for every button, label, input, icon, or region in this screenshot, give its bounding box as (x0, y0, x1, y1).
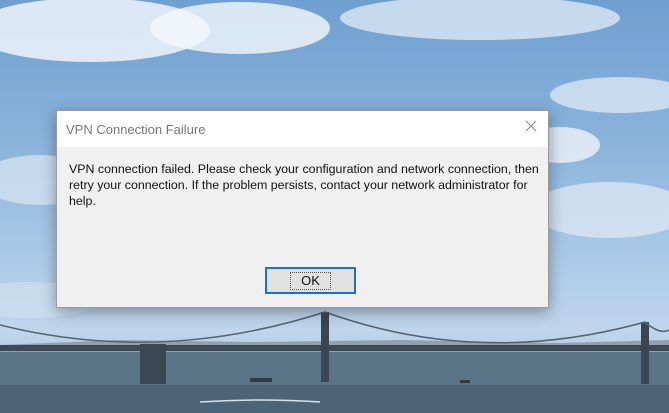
dialog-titlebar[interactable]: VPN Connection Failure (57, 111, 548, 147)
dialog-title: VPN Connection Failure (66, 122, 206, 137)
ok-button-label: OK (290, 271, 331, 290)
desktop: VPN Connection Failure VPN connection fa… (0, 0, 669, 413)
close-icon (525, 120, 537, 132)
ok-button[interactable]: OK (265, 267, 356, 294)
dialog-message: VPN connection failed. Please check your… (69, 162, 539, 208)
close-button[interactable] (514, 111, 548, 141)
vpn-failure-dialog: VPN Connection Failure VPN connection fa… (56, 110, 549, 308)
